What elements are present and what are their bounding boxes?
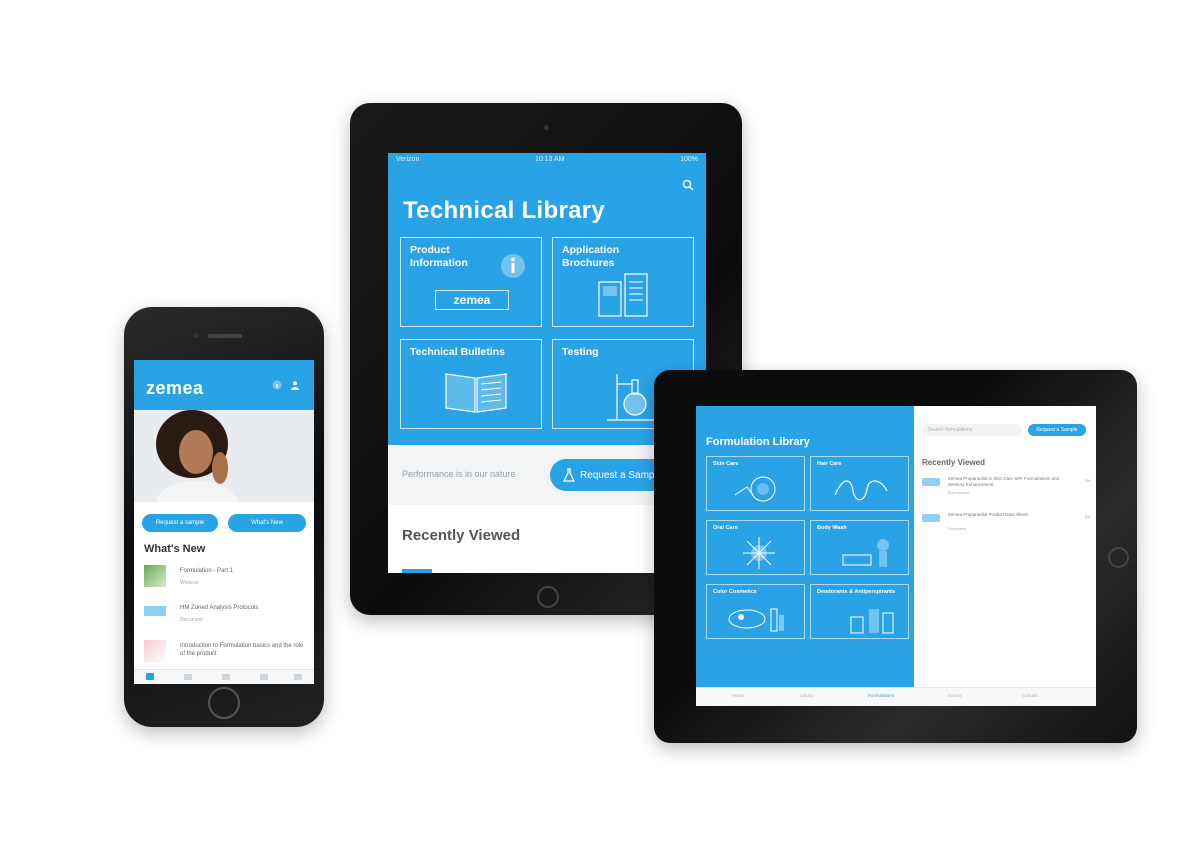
- tile-deodorants[interactable]: Deodorants & Antiperspirants: [810, 584, 909, 639]
- tab-home[interactable]: Home: [732, 693, 744, 698]
- list-indicator: [402, 569, 432, 573]
- item-title: Formulation - Part 1: [180, 568, 234, 574]
- tab-bar: Home Library Formulations Events Contact: [696, 687, 1096, 706]
- tile-product-information[interactable]: Product Information zemea: [400, 237, 542, 327]
- app-header: zemea: [134, 360, 314, 410]
- list-item[interactable]: Introduction to Formulation basics and t…: [144, 638, 309, 668]
- item-title: Zemea Propanediol in Skin Care SPF Formu…: [948, 476, 1060, 487]
- tab-library[interactable]: Library: [800, 693, 814, 698]
- whats-new-heading: What's New: [144, 543, 206, 555]
- hero-photo: [134, 410, 314, 502]
- tab-events[interactable]: Events: [948, 693, 962, 698]
- camera-dot: [194, 333, 199, 338]
- item-date: 3/4: [1084, 514, 1090, 519]
- woman-portrait-image: [134, 410, 314, 502]
- body-wash-icon: [842, 539, 889, 567]
- document-icon: [922, 478, 940, 486]
- item-title: Zemea Propanediol Product Data Sheet: [948, 512, 1028, 517]
- tile-body-wash[interactable]: Body Wash: [810, 520, 909, 575]
- list-item[interactable]: Zemea Propanediol in Skin Care SPF Formu…: [922, 474, 1090, 502]
- item-thumbnail: [144, 640, 166, 662]
- document-icon: [922, 514, 940, 522]
- list-item[interactable]: HM Zoned Analysis Protocols Document: [144, 600, 309, 630]
- book-icon: [445, 373, 507, 413]
- tile-color-cosmetics[interactable]: Color Cosmetics: [706, 584, 805, 639]
- tile-hair-care[interactable]: Hair Care: [810, 456, 909, 511]
- tile-label: Technical Bulletins: [410, 346, 505, 358]
- status-bar: Verizon 10:13 AM 100%: [388, 153, 706, 165]
- formulation-library-panel: Formulation Library Skin Care Hair Care …: [696, 406, 914, 706]
- more-tab-icon[interactable]: [294, 674, 302, 680]
- list-item[interactable]: Formulation - Part 1 Webinar: [144, 563, 309, 593]
- search-input[interactable]: Search formulations: [922, 424, 1022, 436]
- tile-technical-bulletins[interactable]: Technical Bulletins: [400, 339, 542, 429]
- item-date: 3/4: [1084, 478, 1090, 483]
- camera-dot: [544, 125, 549, 130]
- list-item[interactable]: Zemea Propanediol Product Data Sheet Doc…: [922, 510, 1090, 538]
- item-thumbnail: [144, 565, 166, 587]
- item-type: Document: [948, 526, 967, 531]
- zemea-logo: zemea: [146, 378, 204, 398]
- tile-label: Body Wash: [817, 525, 847, 531]
- status-battery: 100%: [680, 155, 698, 163]
- deodorant-icon: [850, 609, 894, 634]
- item-type: Webinar: [180, 580, 199, 586]
- whats-new-button[interactable]: What's New: [228, 514, 306, 532]
- request-sample-button[interactable]: Request a sample: [142, 514, 218, 532]
- library-tab-icon[interactable]: [184, 674, 192, 680]
- formulations-tab-icon[interactable]: [222, 674, 230, 680]
- events-tab-icon[interactable]: [260, 674, 268, 680]
- status-time: 10:13 AM: [534, 155, 565, 163]
- tab-bar: [134, 669, 314, 684]
- skin-care-icon: [734, 476, 776, 502]
- search-icon[interactable]: [682, 179, 694, 191]
- tile-label: Hair Care: [817, 461, 842, 467]
- recently-viewed-heading: Recently Viewed: [922, 458, 985, 467]
- status-carrier: Verizon: [396, 155, 420, 163]
- panel-title: Formulation Library: [706, 436, 810, 448]
- tile-label: Oral Care: [713, 525, 738, 531]
- tile-label: Product Information: [410, 244, 468, 269]
- speaker-grille: [208, 334, 242, 338]
- tile-oral-care[interactable]: Oral Care: [706, 520, 805, 575]
- iphone-device: zemea Request a sample What's New What's…: [124, 307, 324, 727]
- info-icon[interactable]: [272, 380, 282, 390]
- tile-label: Color Cosmetics: [713, 589, 757, 595]
- item-title: Introduction to Formulation basics and t…: [180, 643, 304, 657]
- iphone-screen: zemea Request a sample What's New What's…: [134, 360, 314, 684]
- document-icon: [144, 606, 166, 616]
- info-icon: [501, 254, 525, 278]
- home-button[interactable]: [208, 687, 240, 719]
- tile-label: Deodorants & Antiperspirants: [817, 589, 896, 595]
- page-title: Technical Library: [403, 197, 606, 224]
- user-icon[interactable]: [290, 380, 300, 390]
- tile-label: Application Brochures: [562, 244, 620, 269]
- cosmetics-icon: [728, 608, 784, 632]
- item-type: Formulation: [948, 490, 970, 495]
- recently-viewed-panel: Search formulations Request a Sample Rec…: [914, 406, 1096, 706]
- home-button[interactable]: [537, 586, 559, 608]
- item-title: HM Zoned Analysis Protocols: [180, 605, 259, 611]
- brochure-icon: [598, 273, 648, 317]
- lab-flask-icon: [607, 374, 655, 421]
- item-type: Document: [180, 617, 203, 623]
- oral-care-icon: [743, 537, 775, 569]
- hair-care-icon: [834, 480, 888, 501]
- request-sample-label: Request a Sample: [580, 469, 663, 481]
- recently-viewed-heading: Recently Viewed: [402, 527, 521, 544]
- tab-formulations[interactable]: Formulations: [868, 693, 894, 698]
- tagline: Performance is in our nature: [402, 469, 516, 479]
- tile-label: Testing: [562, 346, 599, 358]
- home-button[interactable]: [1108, 547, 1129, 568]
- zemea-logo: zemea: [435, 290, 509, 310]
- tile-application-brochures[interactable]: Application Brochures: [552, 237, 694, 327]
- ipad-landscape-screen: Formulation Library Skin Care Hair Care …: [696, 406, 1096, 706]
- flask-icon: [563, 468, 575, 482]
- ipad-landscape-device: Formulation Library Skin Care Hair Care …: [654, 370, 1137, 743]
- tile-skin-care[interactable]: Skin Care: [706, 456, 805, 511]
- tile-label: Skin Care: [713, 461, 739, 467]
- tab-contact[interactable]: Contact: [1022, 693, 1038, 698]
- home-tab-icon[interactable]: [146, 673, 154, 680]
- request-sample-button[interactable]: Request a Sample: [1028, 424, 1086, 436]
